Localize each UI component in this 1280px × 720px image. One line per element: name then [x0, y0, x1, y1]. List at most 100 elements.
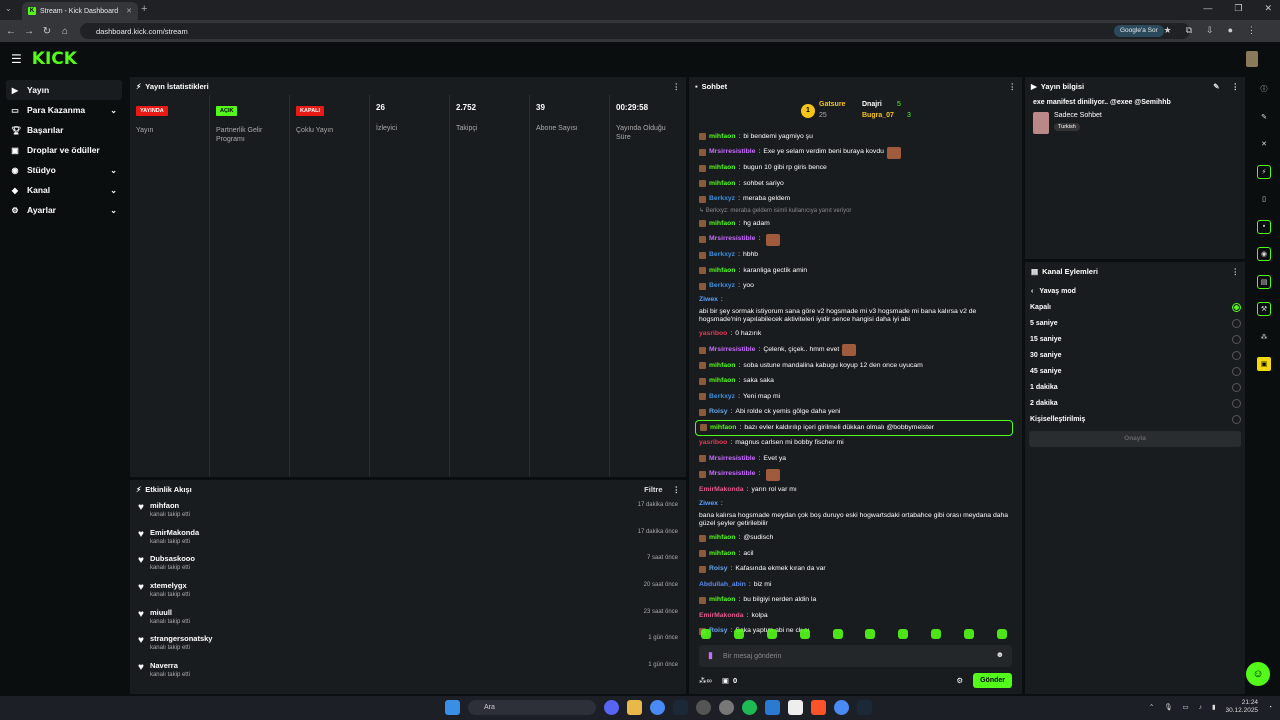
home-icon[interactable]: ⌂ — [56, 26, 74, 37]
chat-message[interactable]: Ziwex: bana kalırsa hogsmade meydan çok b… — [695, 498, 1013, 531]
spotify-icon[interactable] — [742, 700, 757, 715]
chat-username[interactable]: Ziwex — [699, 296, 718, 305]
vscode-icon[interactable] — [765, 700, 780, 715]
taskbar-search[interactable]: Ara — [468, 700, 596, 715]
send-button[interactable]: Gönder — [973, 672, 1012, 688]
gift-icon[interactable]: ▣ — [722, 676, 729, 685]
apply-button[interactable]: Onayla — [1029, 431, 1241, 447]
more-options-icon[interactable]: ⋮ — [1232, 267, 1240, 276]
chat-message[interactable]: mihfaon: bugun 10 gibi rp giris bence — [695, 161, 1013, 177]
activity-item[interactable]: ♥ Naverra kanalı takip etti 1 gün önce — [130, 658, 686, 685]
chat-message[interactable]: Berkxyz: Yeni map mi — [695, 389, 1013, 405]
sidebar-item-droplar[interactable]: ▣ Droplar ve ödüller — [6, 140, 122, 160]
emote-button[interactable] — [733, 629, 744, 639]
sidebar-item-para-kazanma[interactable]: ▭ Para Kazanma ⌄ — [6, 100, 122, 120]
radio-button[interactable] — [1232, 334, 1241, 344]
slow-mode-back[interactable]: ‹ Yavaş mod — [1025, 280, 1245, 299]
lightning-icon[interactable]: ⚡︎ — [1257, 164, 1271, 179]
epic-icon[interactable] — [788, 700, 803, 715]
browser-tab[interactable]: K Stream - Kick Dashboard ✕ — [22, 2, 138, 20]
chat-username[interactable]: Mrsirresistible — [709, 346, 755, 355]
more-options-icon[interactable]: ⋮ — [1232, 82, 1240, 91]
google-sor-button[interactable]: Google'a Sor — [1114, 25, 1164, 37]
radio-button[interactable] — [1232, 382, 1241, 392]
extensions-icon[interactable]: ⧉ — [1186, 25, 1192, 36]
chat-message[interactable]: mihfaon: @sudisch — [695, 531, 1013, 547]
chrome-icon[interactable] — [650, 700, 665, 715]
reload-icon[interactable]: ↻ — [38, 26, 56, 37]
chat-message[interactable]: Roisy: Abi rolde ck yemis gölge daha yeni — [695, 405, 1013, 421]
user-avatar[interactable] — [1246, 51, 1258, 67]
chat-message[interactable]: mihfaon: sohbet sariyo — [695, 176, 1013, 192]
network-icon[interactable]: ▭ — [1183, 703, 1189, 711]
activity-item[interactable]: ♥ xtemelygx kanalı takip etti 20 saat ön… — [130, 578, 686, 605]
chat-message[interactable]: Berkxyz: meraba geldem — [695, 192, 1013, 208]
radio-button[interactable] — [1232, 350, 1241, 360]
hamburger-menu-icon[interactable]: ☰ — [11, 52, 22, 66]
layout-icon[interactable]: ▤ — [1257, 274, 1271, 289]
chat-message[interactable]: yasriboo:0 hazırık — [695, 327, 1013, 343]
emote-button[interactable] — [832, 629, 843, 639]
chat-username[interactable]: Ziwex — [699, 500, 718, 509]
volume-icon[interactable]: ♪ — [1199, 704, 1202, 711]
chat-username[interactable]: Mrsirresistible — [709, 455, 755, 464]
activity-item[interactable]: ♥ EmirMakonda kanalı takip etti 17 dakik… — [130, 525, 686, 552]
menu-icon[interactable]: ⋮ — [1247, 25, 1256, 36]
chat-username[interactable]: Berkxyz — [709, 282, 735, 291]
steam-alt-icon[interactable] — [857, 700, 872, 715]
chat-message[interactable]: Ziwex: abi bir şey sormak istiyorum sana … — [695, 294, 1013, 327]
sidebar-item-basarilar[interactable]: 🏆︎ Başarılar — [6, 120, 122, 140]
tray-chevron-icon[interactable]: ⌃ — [1149, 703, 1154, 711]
chat-username[interactable]: Mrsirresistible — [709, 148, 755, 157]
minimize-icon[interactable]: — — [1203, 3, 1212, 14]
slow-mode-option[interactable]: Kişiselleştirilmiş — [1025, 411, 1245, 427]
discord-icon[interactable] — [604, 700, 619, 715]
address-bar[interactable]: dashboard.kick.com/stream — [80, 23, 1190, 39]
more-options-icon[interactable]: ⋮ — [673, 485, 681, 494]
more-options-icon[interactable]: ⋮ — [673, 82, 681, 91]
maximize-icon[interactable]: ❐ — [1234, 3, 1242, 14]
slow-mode-option[interactable]: 2 dakika — [1025, 395, 1245, 411]
chat-message[interactable]: Roisy: Kafasında ekmek kıran da var — [695, 562, 1013, 578]
chat-message[interactable]: Berkxyz: yoo — [695, 279, 1013, 295]
emote-button[interactable] — [931, 629, 942, 639]
chat-message[interactable]: mihfaon: bu bilgiyi nerden aldin la — [695, 593, 1013, 609]
chat-username[interactable]: EmirMakonda — [699, 486, 744, 495]
chrome-active-icon[interactable] — [834, 700, 849, 715]
chat-settings-icon[interactable]: ⚙ — [956, 676, 963, 685]
windows-start-icon[interactable] — [445, 700, 460, 715]
chat-message[interactable]: mihfaon: hg adam — [695, 216, 1013, 232]
close-window-icon[interactable]: ✕ — [1264, 3, 1272, 14]
emoji-icon[interactable]: ☻ — [996, 650, 1004, 659]
tools-icon[interactable]: ⚒ — [1257, 302, 1271, 316]
chat-username[interactable]: yasriboo — [699, 330, 727, 339]
bookmark-star-icon[interactable]: ★ — [1164, 25, 1172, 36]
chat-message[interactable]: mihfaon: bazı evler kaldırılıp içeri giri… — [695, 420, 1013, 436]
chat-message[interactable]: EmirMakonda: yarın rol var mı — [695, 483, 1013, 499]
emote-button[interactable] — [898, 629, 909, 639]
chat-username[interactable]: yasriboo — [699, 439, 727, 448]
radio-button[interactable] — [1232, 366, 1241, 376]
chat-username[interactable]: mihfaon — [709, 267, 735, 276]
slow-mode-option[interactable]: 15 saniye — [1025, 331, 1245, 347]
chat-username[interactable]: Roisy — [709, 565, 728, 574]
radio-button[interactable] — [1232, 318, 1241, 328]
close-icon[interactable]: ✕ — [1257, 137, 1271, 151]
chat-message[interactable]: mihfaon: bi bendemi yagmiyo şu — [695, 129, 1013, 145]
chat-username[interactable]: mihfaon — [709, 362, 735, 371]
chat-username[interactable]: mihfaon — [709, 164, 735, 173]
tab-search-icon[interactable]: ⌄ — [5, 4, 12, 13]
clapper-icon[interactable]: ▣ — [1257, 357, 1271, 371]
back-icon[interactable]: ← — [2, 26, 20, 37]
kick-logo[interactable]: KICK — [32, 49, 77, 69]
brave-icon[interactable] — [811, 700, 826, 715]
chat-username[interactable]: mihfaon — [709, 534, 735, 543]
chat-username[interactable]: mihfaon — [709, 133, 735, 142]
chat-username[interactable]: EmirMakonda — [699, 612, 744, 621]
chat-message[interactable]: mihfaon: karanliga gectik amin — [695, 263, 1013, 279]
chat-message[interactable]: mihfaon: soba ustune mandalina kabugu koy… — [695, 358, 1013, 374]
chat-message[interactable]: Mrsirresistible: — [695, 467, 1013, 483]
sidebar-item-ayarlar[interactable]: ⚙ Ayarlar ⌄ — [6, 200, 122, 220]
broadcast-icon[interactable]: ◉ — [1257, 247, 1271, 261]
mic-icon[interactable]: ▮ — [708, 650, 713, 661]
